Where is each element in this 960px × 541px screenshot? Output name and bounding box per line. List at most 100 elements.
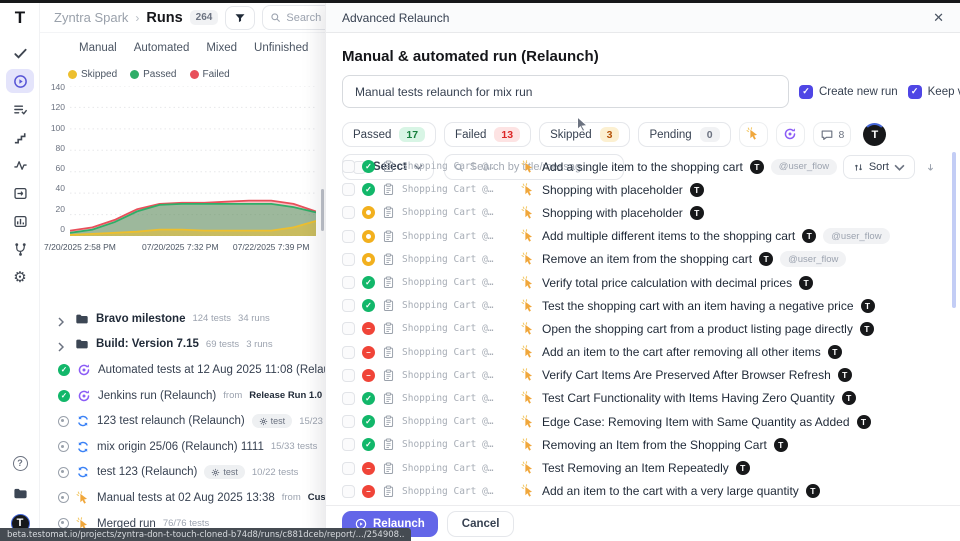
filter-pending[interactable]: Pending0 bbox=[638, 122, 730, 147]
keep-values-checkbox[interactable]: ✓ Keep values ? bbox=[908, 85, 960, 99]
status-failed-icon: – bbox=[362, 485, 375, 498]
tab-automated[interactable]: Automated bbox=[134, 42, 190, 54]
page-title: Runs bbox=[146, 10, 182, 26]
filter-automated-button[interactable] bbox=[776, 122, 805, 147]
test-row[interactable]: ✓Shopping Cart @…Verify total price calc… bbox=[326, 271, 950, 294]
create-new-run-checkbox[interactable]: ✓ Create new run bbox=[799, 85, 898, 99]
manual-test-icon bbox=[521, 299, 535, 313]
sidebar-item-runs[interactable] bbox=[6, 69, 34, 93]
sidebar-item-tests[interactable] bbox=[6, 41, 34, 65]
status-none-icon bbox=[58, 416, 69, 427]
run-tree-item[interactable]: Build: Version 7.1569 tests3 runs bbox=[40, 332, 332, 358]
run-title: 123 test relaunch (Relaunch) bbox=[97, 415, 245, 427]
sidebar-item-milestones[interactable] bbox=[6, 125, 34, 149]
sidebar-item-branches[interactable] bbox=[6, 237, 34, 261]
panel-scrollbar-thumb[interactable] bbox=[952, 152, 956, 308]
test-checkbox[interactable] bbox=[342, 346, 355, 359]
filter-passed[interactable]: Passed17 bbox=[342, 122, 436, 147]
app-logo[interactable]: T bbox=[0, 3, 40, 33]
run-name-input[interactable] bbox=[342, 75, 789, 108]
test-checkbox[interactable] bbox=[342, 160, 355, 173]
x-tick-label: 07/20/2025 7:32 PM bbox=[142, 242, 219, 252]
test-checkbox[interactable] bbox=[342, 462, 355, 475]
owner-badge: T bbox=[759, 252, 773, 266]
close-icon[interactable]: ✕ bbox=[933, 11, 944, 24]
expand-chevron-icon[interactable] bbox=[58, 314, 68, 324]
test-suite-path: Shopping Cart @… bbox=[402, 207, 514, 218]
run-tree-item[interactable]: 123 test relaunch (Relaunch)test15/23 te… bbox=[40, 408, 332, 434]
sidebar-item-pull[interactable] bbox=[6, 181, 34, 205]
test-checkbox[interactable] bbox=[342, 369, 355, 382]
test-checkbox[interactable] bbox=[342, 392, 355, 405]
test-title: Verify total price calculation with deci… bbox=[542, 276, 792, 290]
test-checkbox[interactable] bbox=[342, 438, 355, 451]
test-row[interactable]: –Shopping Cart @…Test Removing an Item R… bbox=[326, 456, 950, 479]
tab-unfinished[interactable]: Unfinished bbox=[254, 42, 308, 54]
tab-mixed[interactable]: Mixed bbox=[206, 42, 237, 54]
run-meta: 124 tests bbox=[192, 313, 231, 324]
manual-test-icon bbox=[521, 252, 535, 266]
breadcrumb-separator: › bbox=[135, 11, 139, 25]
filter-failed[interactable]: Failed13 bbox=[444, 122, 531, 147]
assignee-avatar[interactable]: T bbox=[863, 123, 886, 146]
run-tree-item[interactable]: test 123 (Relaunch)test10/22 tests bbox=[40, 460, 332, 486]
run-tree-item[interactable]: Bravo milestone124 tests34 runs bbox=[40, 306, 332, 332]
test-row[interactable]: ✓Shopping Cart @…Removing an Item from t… bbox=[326, 433, 950, 456]
expand-chevron-icon[interactable] bbox=[58, 339, 68, 349]
run-tree-item[interactable]: Manual tests at 02 Aug 2025 13:38fromCus… bbox=[40, 485, 332, 511]
test-checkbox[interactable] bbox=[342, 253, 355, 266]
clipboard-icon bbox=[382, 299, 395, 312]
filter-button[interactable] bbox=[225, 6, 255, 30]
test-row[interactable]: –Shopping Cart @…Verify Cart Items Are P… bbox=[326, 364, 950, 387]
test-row[interactable]: ✓Shopping Cart @…Test the shopping cart … bbox=[326, 294, 950, 317]
test-row[interactable]: ✓Shopping Cart @…Add a single item to th… bbox=[326, 155, 950, 178]
user-flow-tag: @user_flow bbox=[771, 159, 837, 175]
sidebar-item-projects[interactable] bbox=[6, 481, 34, 505]
test-row[interactable]: ✓Shopping Cart @…Test Cart Functionality… bbox=[326, 387, 950, 410]
test-checkbox[interactable] bbox=[342, 299, 355, 312]
test-row[interactable]: –Shopping Cart @…Add an item to the cart… bbox=[326, 341, 950, 364]
filter-manual-button[interactable] bbox=[739, 122, 768, 147]
pulse-icon bbox=[13, 158, 28, 173]
app-window: T ⚙ ?T Zyntra Spark › Runs 264 Search [C… bbox=[0, 0, 960, 541]
runs-tree: Bravo milestone124 tests34 runsBuild: Ve… bbox=[40, 306, 332, 536]
run-tree-item[interactable]: mix origin 25/06 (Relaunch) 111115/33 te… bbox=[40, 434, 332, 460]
filter-comments-button[interactable]: 8 bbox=[813, 122, 852, 147]
test-row[interactable]: Shopping Cart @… Shopping with placeholde… bbox=[326, 201, 950, 224]
sidebar-item-settings[interactable]: ⚙ bbox=[6, 265, 34, 289]
test-checkbox[interactable] bbox=[342, 322, 355, 335]
test-row[interactable]: Shopping Cart @…Add multiple different i… bbox=[326, 225, 950, 248]
status-none-icon bbox=[58, 441, 69, 452]
test-checkbox[interactable] bbox=[342, 183, 355, 196]
test-title: Edge Case: Removing Item with Same Quant… bbox=[542, 415, 850, 429]
owner-badge: T bbox=[690, 206, 704, 220]
status-skipped-icon bbox=[362, 230, 375, 243]
sidebar-item-analytics[interactable] bbox=[6, 153, 34, 177]
owner-badge: T bbox=[690, 183, 704, 197]
test-checkbox[interactable] bbox=[342, 206, 355, 219]
sidebar-bottom: ?T bbox=[0, 451, 40, 535]
test-row[interactable]: ✓Shopping Cart @…Shopping with placehold… bbox=[326, 178, 950, 201]
test-title: Shopping with placeholder bbox=[542, 206, 683, 220]
test-row[interactable]: Shopping Cart @…Remove an item from the … bbox=[326, 248, 950, 271]
manual-test-icon bbox=[521, 461, 535, 475]
sidebar-nav: ⚙ bbox=[0, 41, 40, 289]
breadcrumb-project[interactable]: Zyntra Spark bbox=[54, 10, 128, 25]
test-checkbox[interactable] bbox=[342, 415, 355, 428]
sidebar-item-help[interactable]: ? bbox=[6, 451, 34, 475]
clipboard-icon bbox=[382, 415, 395, 428]
sidebar-item-reports[interactable] bbox=[6, 209, 34, 233]
test-checkbox[interactable] bbox=[342, 230, 355, 243]
cancel-button[interactable]: Cancel bbox=[447, 511, 515, 537]
test-row[interactable]: ✓Shopping Cart @…Edge Case: Removing Ite… bbox=[326, 410, 950, 433]
run-tree-item[interactable]: ✓Jenkins run (Relaunch)fromRelease Run 1… bbox=[40, 383, 332, 409]
run-tree-item[interactable]: ✓Automated tests at 12 Aug 2025 11:08 (R… bbox=[40, 357, 332, 383]
owner-badge: T bbox=[828, 345, 842, 359]
test-row[interactable]: –Shopping Cart @…Add an item to the cart… bbox=[326, 480, 950, 503]
test-row[interactable]: –Shopping Cart @…Open the shopping cart … bbox=[326, 317, 950, 340]
test-checkbox[interactable] bbox=[342, 485, 355, 498]
left-scrollbar-thumb[interactable] bbox=[321, 189, 324, 231]
sidebar-item-test-plans[interactable] bbox=[6, 97, 34, 121]
tab-manual[interactable]: Manual bbox=[79, 42, 117, 54]
test-checkbox[interactable] bbox=[342, 276, 355, 289]
